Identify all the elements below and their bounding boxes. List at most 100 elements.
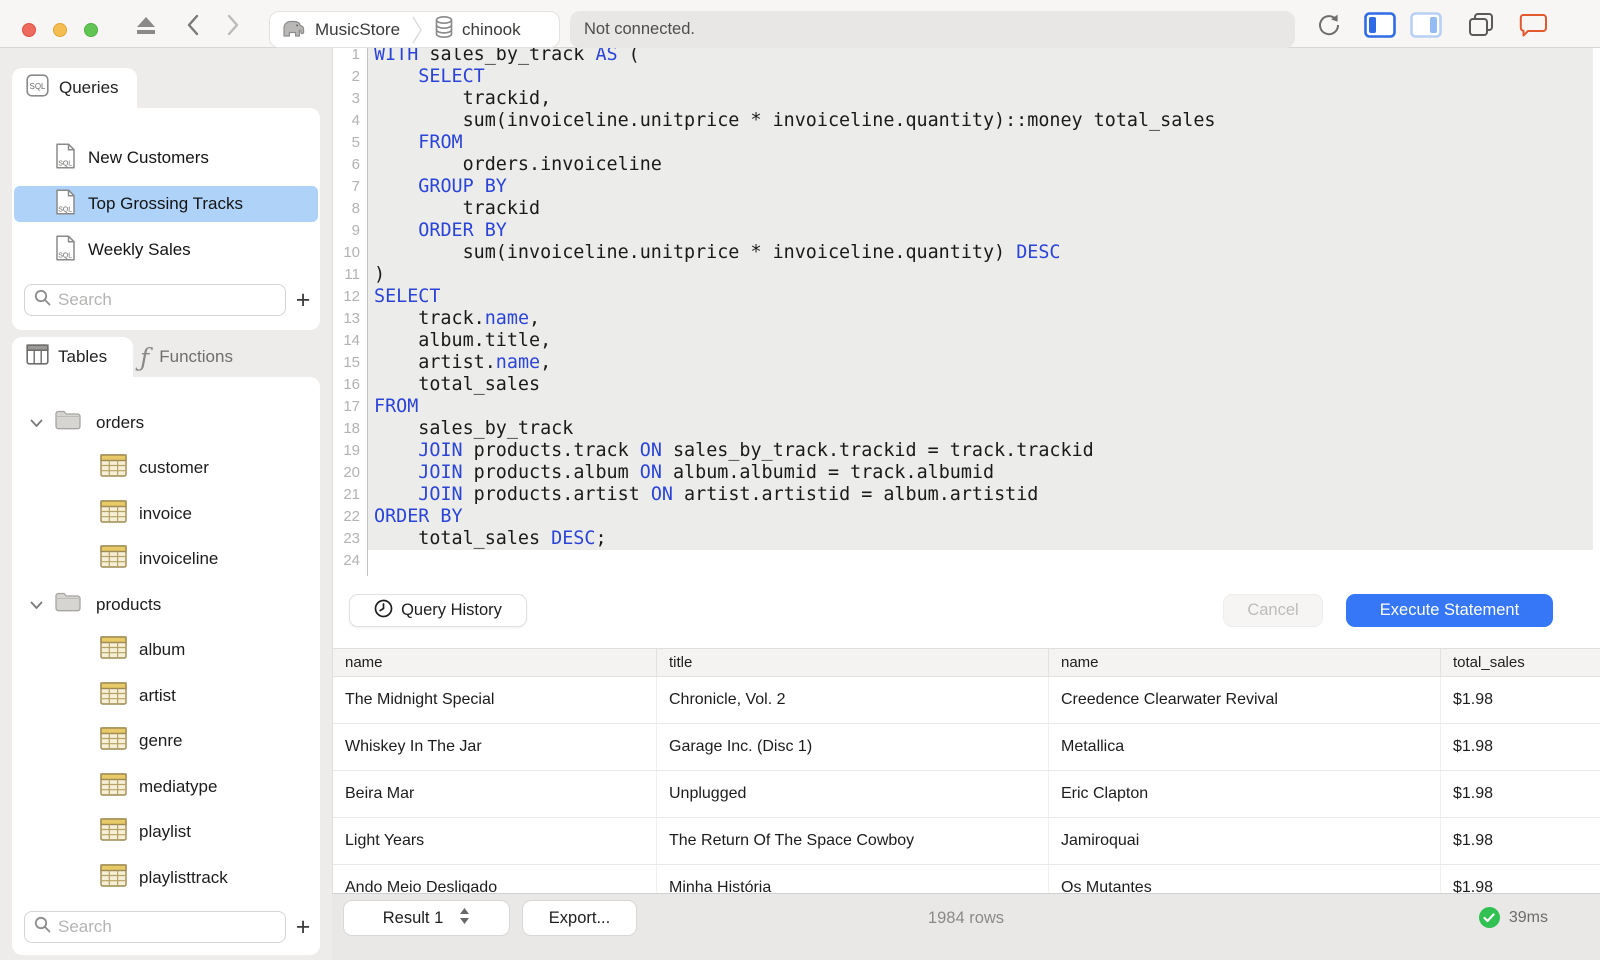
toggle-left-sidebar-button[interactable] [1364, 12, 1396, 38]
table-row[interactable]: The Midnight Special Chronicle, Vol. 2 Cre… [333, 677, 1600, 724]
tables-search-box[interactable] [24, 911, 286, 943]
queries-panel: SQL New Customers SQL Top Grossing Track… [12, 108, 320, 330]
tab-tables[interactable]: Tables [12, 337, 133, 377]
sql-file-icon: SQL [55, 234, 76, 266]
table-cell[interactable]: $1.98 [1441, 677, 1600, 723]
column-header-total_sales[interactable]: total_sales [1441, 649, 1600, 676]
line-number: 8 [351, 200, 360, 217]
query-list-item[interactable]: SQL Top Grossing Tracks [14, 186, 318, 222]
code-line: FROM [368, 132, 1593, 154]
add-table-button[interactable]: + [286, 913, 320, 942]
query-list-item[interactable]: SQL New Customers [14, 140, 318, 176]
close-button[interactable] [22, 23, 36, 37]
back-button[interactable] [185, 14, 201, 36]
cancel-button[interactable]: Cancel [1223, 594, 1323, 627]
zoom-button[interactable] [84, 23, 98, 37]
feedback-bubble-button[interactable] [1518, 14, 1548, 37]
queries-search-input[interactable] [58, 290, 285, 310]
line-number: 23 [343, 530, 360, 547]
line-number: 17 [343, 398, 360, 415]
execute-statement-button[interactable]: Execute Statement [1346, 594, 1553, 627]
schema-tree: orders customer invoice invoiceline prod… [12, 377, 320, 901]
table-cell[interactable]: Minha História [657, 865, 1049, 893]
table-cell[interactable]: Unplugged [657, 771, 1049, 817]
forward-button[interactable] [225, 14, 241, 36]
tree-table-label: artist [139, 685, 176, 705]
code-line: total_sales [368, 374, 1593, 396]
windows-button[interactable] [1466, 13, 1496, 36]
refresh-button[interactable] [1316, 14, 1342, 36]
disclosure-chevron-icon[interactable] [30, 413, 43, 433]
tree-table-label: genre [139, 731, 183, 751]
table-cell[interactable]: $1.98 [1441, 818, 1600, 864]
eject-icon[interactable] [134, 14, 158, 36]
table-cell[interactable]: The Midnight Special [333, 677, 657, 723]
tab-functions[interactable]: ƒ Functions [140, 337, 233, 377]
table-cell[interactable]: $1.98 [1441, 771, 1600, 817]
tree-table-mediatype[interactable]: mediatype [12, 764, 320, 810]
tree-table-artist[interactable]: artist [12, 673, 320, 719]
query-list-item[interactable]: SQL Weekly Sales [14, 232, 318, 268]
table-cell[interactable]: Light Years [333, 818, 657, 864]
tab-queries[interactable]: SQL Queries [12, 68, 137, 108]
breadcrumb-separator-icon [410, 16, 424, 44]
table-cell[interactable]: $1.98 [1441, 865, 1600, 893]
tree-table-invoiceline[interactable]: invoiceline [12, 537, 320, 583]
tables-search-input[interactable] [58, 917, 285, 937]
table-cell[interactable]: Ando Meio Desligado [333, 865, 657, 893]
table-cell[interactable]: Beira Mar [333, 771, 657, 817]
column-header-name[interactable]: name [1049, 649, 1441, 676]
tree-folder-products[interactable]: products [12, 582, 320, 628]
table-cell[interactable]: Os Mutantes [1049, 865, 1441, 893]
table-cell[interactable]: Jamiroquai [1049, 818, 1441, 864]
tree-table-playlisttrack[interactable]: playlisttrack [12, 855, 320, 901]
tree-table-genre[interactable]: genre [12, 719, 320, 765]
tree-table-playlist[interactable]: playlist [12, 810, 320, 856]
table-icon [100, 500, 127, 528]
table-icon [100, 682, 127, 710]
svg-text:SQL: SQL [29, 82, 46, 91]
tree-table-customer[interactable]: customer [12, 446, 320, 492]
code-line: FROM [368, 396, 1593, 418]
cancel-label: Cancel [1247, 601, 1299, 619]
table-cell[interactable]: Eric Clapton [1049, 771, 1441, 817]
titlebar: MusicStore chinook Not connected. [0, 0, 1600, 48]
table-row[interactable]: Ando Meio Desligado Minha História Os Muta… [333, 865, 1600, 893]
svg-text:SQL: SQL [58, 160, 72, 167]
table-cell[interactable]: Creedence Clearwater Revival [1049, 677, 1441, 723]
code-line: JOIN products.album ON album.albumid = t… [368, 462, 1593, 484]
table-cell[interactable]: Metallica [1049, 724, 1441, 770]
breadcrumb-database[interactable]: chinook [424, 12, 531, 47]
query-history-button[interactable]: Query History [349, 594, 527, 627]
table-row[interactable]: Whiskey In The Jar Garage Inc. (Disc 1) Me… [333, 724, 1600, 771]
tree-table-label: invoiceline [139, 549, 219, 569]
function-icon: ƒ [140, 342, 150, 372]
tree-folder-orders[interactable]: orders [12, 400, 320, 446]
column-header-title[interactable]: title [657, 649, 1049, 676]
search-icon [34, 289, 51, 311]
query-timing: 39ms [1478, 907, 1548, 928]
table-row[interactable]: Light Years The Return Of The Space Cowbo… [333, 818, 1600, 865]
add-query-button[interactable]: + [286, 286, 320, 315]
line-number: 11 [344, 266, 360, 283]
table-cell[interactable]: Garage Inc. (Disc 1) [657, 724, 1049, 770]
tree-table-invoice[interactable]: invoice [12, 491, 320, 537]
sql-code-editor[interactable]: 1 2 3 4 5 6 7 8 9 10 11 12 13 14 15 16 17 18 19 20 21 22 23 24 … [333, 48, 1600, 582]
line-number: 7 [351, 178, 360, 195]
tree-table-album[interactable]: album [12, 628, 320, 674]
line-number: 9 [351, 222, 360, 239]
queries-search-box[interactable] [24, 284, 286, 316]
minimize-button[interactable] [53, 23, 67, 37]
breadcrumb-server[interactable]: MusicStore [270, 12, 410, 47]
tree-folder-label: orders [96, 412, 145, 432]
table-cell[interactable]: The Return Of The Space Cowboy [657, 818, 1049, 864]
table-cell[interactable]: Whiskey In The Jar [333, 724, 657, 770]
disclosure-chevron-icon[interactable] [30, 595, 43, 615]
table-cell[interactable]: $1.98 [1441, 724, 1600, 770]
tree-table-label: mediatype [139, 776, 218, 796]
table-row[interactable]: Beira Mar Unplugged Eric Clapton $1.98 [333, 771, 1600, 818]
toggle-right-sidebar-button[interactable] [1410, 12, 1442, 38]
code-line: ORDER BY [368, 506, 1593, 528]
column-header-name[interactable]: name [333, 649, 657, 676]
table-cell[interactable]: Chronicle, Vol. 2 [657, 677, 1049, 723]
